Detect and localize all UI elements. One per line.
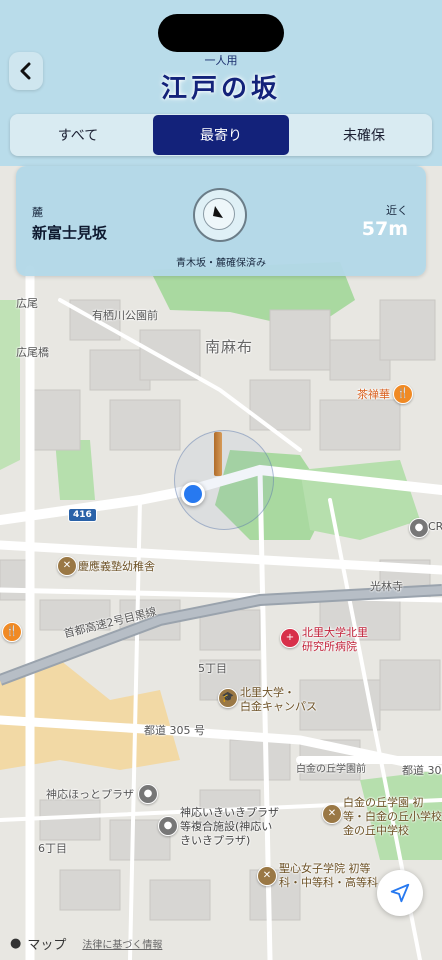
direction-arrow-icon: [213, 206, 223, 218]
legal-link[interactable]: 法律に基づく情報: [82, 936, 162, 951]
map-label-kitasato-campus: 北里大学・ 白金キャンパス: [240, 686, 317, 713]
map-label-6-chome: 6丁目: [38, 842, 67, 855]
slope-position-label: 麓: [32, 206, 43, 219]
school-icon[interactable]: ✕: [57, 556, 77, 576]
locate-me-button[interactable]: [377, 870, 423, 916]
map-label-shirokane-park: 白金の丘学園前: [296, 764, 366, 775]
tab-unsecured[interactable]: 未確保: [296, 114, 432, 156]
map-label-toto-305: 都道 305 号: [144, 724, 205, 737]
map-label-hiroo-bashi: 広尾橋: [16, 346, 49, 359]
map-label-chazenka: 茶禅華: [357, 388, 390, 401]
apple-logo-icon: ●: [10, 936, 22, 951]
facility-icon[interactable]: ●: [138, 784, 158, 804]
map-label-kourinji: 光林寺: [370, 580, 403, 593]
header: 一人用 江戸の坂 すべて 最寄り 未確保: [0, 0, 442, 166]
direction-compass: [193, 188, 247, 242]
map-label-seishin: 聖心女子学院 初等 科・中等科・高等科: [279, 862, 378, 889]
distance-label: 近く: [386, 204, 408, 217]
map-label-minami-azabu: 南麻布: [205, 338, 254, 356]
page-title: 江戸の坂: [160, 74, 281, 104]
map-label-arisugawa: 有栖川公園前: [92, 309, 158, 322]
restaurant-icon-2[interactable]: 🍴: [2, 622, 22, 642]
landmark-tower: [214, 432, 222, 476]
map-label-cr: CR: [428, 520, 442, 533]
route-shield-416: 416: [68, 508, 97, 522]
map-attribution: ● マップ 法律に基づく情報: [10, 934, 162, 953]
map-label-kitasato-hospital: 北里大学北里 研究所病院: [302, 626, 368, 653]
slope-name: 新富士見坂: [32, 224, 108, 242]
hospital-icon[interactable]: +: [280, 628, 300, 648]
map-label-kamio-hotto: 神応ほっとプラザ: [46, 788, 134, 801]
map-label-kamio-ikiiki: 神応いきいきプラザ 等複合施設(神応い きいきプラザ): [180, 806, 279, 847]
facility-icon-2[interactable]: ●: [158, 816, 178, 836]
map-label-keio-kindergarten: 慶應義塾幼稚舎: [78, 560, 155, 573]
school-icon-3[interactable]: ✕: [257, 866, 277, 886]
school-icon-2[interactable]: ✕: [322, 804, 342, 824]
tab-all[interactable]: すべて: [10, 114, 146, 156]
restaurant-icon[interactable]: 🍴: [393, 384, 413, 404]
distance-value: 57m: [361, 218, 408, 240]
location-arrow-icon: [390, 883, 410, 903]
dynamic-island: [158, 14, 284, 52]
map-label-5-chome: 5丁目: [198, 662, 227, 675]
maps-brand-label: マップ: [27, 938, 67, 953]
tab-nearest[interactable]: 最寄り: [153, 115, 289, 155]
mode-subtitle: 一人用: [204, 54, 238, 67]
secured-status: 青木坂・麓確保済み: [176, 258, 266, 269]
user-location-dot: [181, 482, 205, 506]
nearest-slope-card[interactable]: 麓 新富士見坂 青木坂・麓確保済み 近く 57m: [16, 166, 426, 276]
filter-tabs: すべて 最寄り 未確保: [10, 114, 432, 156]
facility-icon-3[interactable]: ●: [409, 518, 429, 538]
map-label-shirokane-school: 白金の丘学園 初 等・白金の丘小学校・白 金の丘中学校: [343, 796, 442, 837]
map-label-toto-305-right: 都道 30: [402, 764, 442, 777]
university-icon[interactable]: 🎓: [218, 688, 238, 708]
location-accuracy-halo: [174, 430, 274, 530]
map-label-hiroo: 広尾: [16, 297, 38, 310]
